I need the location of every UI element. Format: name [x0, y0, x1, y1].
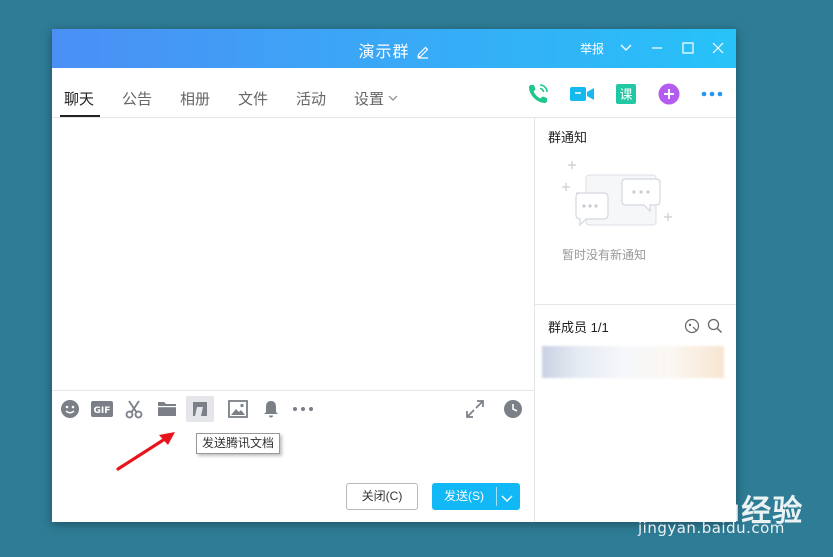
- tooltip: 发送腾讯文档: [196, 433, 281, 454]
- tab-activity[interactable]: 活动: [296, 88, 326, 109]
- empty-notice-illustration: [560, 157, 680, 242]
- send-button[interactable]: 发送(S): [432, 483, 520, 510]
- gif-icon[interactable]: GIF: [91, 398, 113, 420]
- class-icon[interactable]: 课: [614, 82, 638, 106]
- history-clock-icon[interactable]: [502, 398, 524, 420]
- notice-empty-text: 暂时没有新通知: [562, 248, 647, 262]
- tab-files[interactable]: 文件: [238, 88, 268, 109]
- members-title: 群成员 1/1: [548, 320, 609, 335]
- more-icon[interactable]: [700, 82, 724, 106]
- report-button[interactable]: 举报: [580, 40, 604, 57]
- window-title: 演示群: [52, 38, 736, 64]
- search-icon[interactable]: [707, 318, 723, 339]
- more-dots-icon[interactable]: [292, 398, 314, 420]
- svg-text:课: 课: [619, 88, 632, 103]
- chevron-down-icon: [388, 89, 398, 106]
- input-divider: [52, 390, 534, 391]
- tab-chat[interactable]: 聊天: [64, 88, 94, 109]
- sidebar-divider: [534, 118, 535, 522]
- scissors-icon[interactable]: [123, 398, 145, 420]
- member-list-item[interactable]: [542, 346, 724, 378]
- minimize-icon[interactable]: [650, 41, 664, 55]
- tab-announcement[interactable]: 公告: [122, 88, 152, 109]
- chevron-down-icon[interactable]: [619, 41, 633, 55]
- side-divider: [535, 304, 736, 305]
- group-name: 演示群: [358, 44, 410, 61]
- tab-album[interactable]: 相册: [180, 88, 210, 109]
- send-button-label: 发送(S): [444, 489, 484, 503]
- active-tab-indicator: [60, 115, 100, 117]
- send-options-chevron-icon[interactable]: [501, 492, 513, 506]
- tab-settings-label: 设置: [354, 91, 385, 108]
- watermark: Baidu经验 jingyan.baidu.com: [636, 460, 826, 540]
- add-app-icon[interactable]: [657, 82, 681, 106]
- emoji-icon[interactable]: [59, 398, 81, 420]
- close-button[interactable]: 关闭(C): [346, 483, 418, 510]
- title-bar: 演示群 举报: [52, 29, 736, 68]
- send-button-separator: [496, 487, 497, 506]
- annotation-arrow-icon: [112, 430, 182, 479]
- bell-icon[interactable]: [260, 398, 282, 420]
- maximize-icon[interactable]: [681, 41, 695, 55]
- notice-title: 群通知: [548, 130, 588, 145]
- close-icon[interactable]: [711, 41, 725, 55]
- watermark-url: jingyan.baidu.com: [638, 519, 785, 537]
- tencent-doc-icon[interactable]: [186, 396, 214, 422]
- edit-name-icon[interactable]: [416, 45, 430, 64]
- manage-members-icon[interactable]: [684, 318, 700, 339]
- svg-text:GIF: GIF: [94, 406, 111, 416]
- tab-settings[interactable]: 设置: [354, 88, 398, 109]
- video-call-icon[interactable]: [569, 82, 594, 106]
- voice-call-icon[interactable]: [526, 82, 550, 106]
- folder-icon[interactable]: [156, 398, 178, 420]
- expand-icon[interactable]: [464, 398, 486, 420]
- message-area[interactable]: [52, 118, 534, 390]
- image-icon[interactable]: [227, 398, 249, 420]
